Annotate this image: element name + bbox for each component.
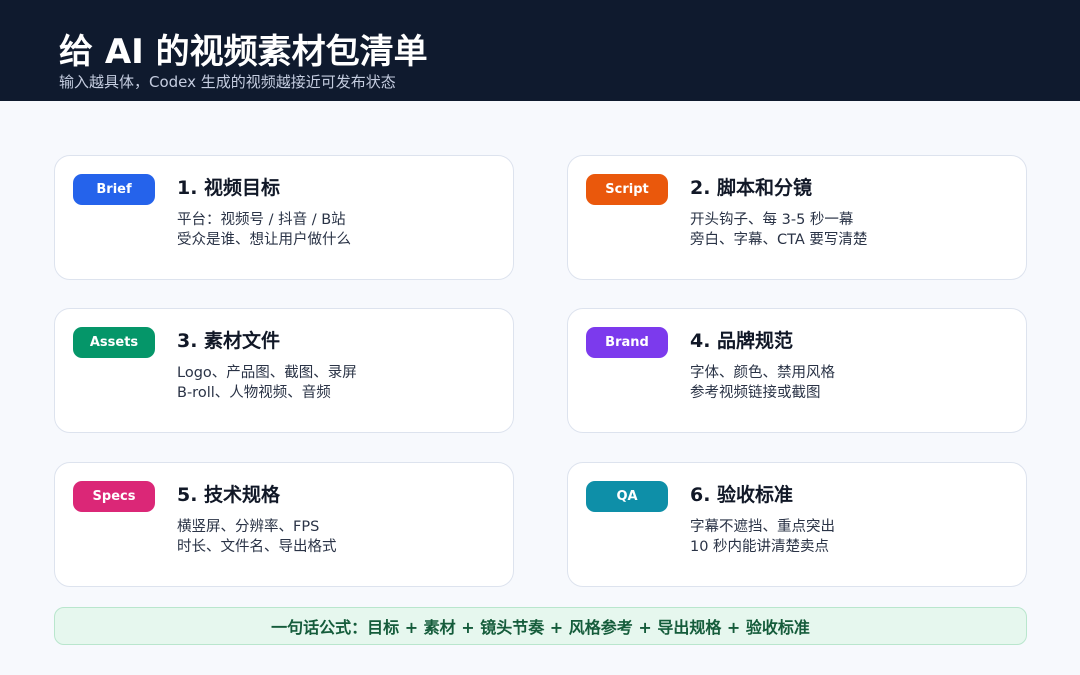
card-line: 开头钩子、每 3-5 秒一幕 xyxy=(690,212,854,228)
card-title: 4. 品牌规范 xyxy=(690,330,794,352)
card-title: 3. 素材文件 xyxy=(177,330,281,352)
badge-qa: QA xyxy=(586,481,668,512)
card-line: B-roll、人物视频、音频 xyxy=(177,385,331,401)
badge-specs: Specs xyxy=(73,481,155,512)
card-title: 6. 验收标准 xyxy=(690,484,794,506)
card-video-goal: Brief 1. 视频目标 平台：视频号 / 抖音 / B站 受众是谁、想让用户… xyxy=(54,155,514,280)
card-acceptance-criteria: QA 6. 验收标准 字幕不遮挡、重点突出 10 秒内能讲清楚卖点 xyxy=(567,462,1027,587)
card-line: 10 秒内能讲清楚卖点 xyxy=(690,539,830,555)
card-line: 旁白、字幕、CTA 要写清楚 xyxy=(690,232,868,248)
badge-brand: Brand xyxy=(586,327,668,358)
card-line: 字体、颜色、禁用风格 xyxy=(690,365,835,381)
page-subtitle: 输入越具体，Codex 生成的视频越接近可发布状态 xyxy=(59,73,396,91)
card-title: 2. 脚本和分镜 xyxy=(690,177,813,199)
card-line: 横竖屏、分辨率、FPS xyxy=(177,519,320,535)
card-line: Logo、产品图、截图、录屏 xyxy=(177,365,357,381)
card-asset-files: Assets 3. 素材文件 Logo、产品图、截图、录屏 B-roll、人物视… xyxy=(54,308,514,433)
card-brand-guidelines: Brand 4. 品牌规范 字体、颜色、禁用风格 参考视频链接或截图 xyxy=(567,308,1027,433)
card-line: 时长、文件名、导出格式 xyxy=(177,539,337,555)
header-banner: 给 AI 的视频素材包清单 输入越具体，Codex 生成的视频越接近可发布状态 xyxy=(0,0,1080,101)
badge-script: Script xyxy=(586,174,668,205)
card-line: 字幕不遮挡、重点突出 xyxy=(690,519,835,535)
page-title: 给 AI 的视频素材包清单 xyxy=(59,32,428,72)
card-line: 参考视频链接或截图 xyxy=(690,385,821,401)
formula-banner: 一句话公式：目标 + 素材 + 镜头节奏 + 风格参考 + 导出规格 + 验收标… xyxy=(54,607,1027,645)
card-line: 受众是谁、想让用户做什么 xyxy=(177,232,351,248)
card-script-storyboard: Script 2. 脚本和分镜 开头钩子、每 3-5 秒一幕 旁白、字幕、CTA… xyxy=(567,155,1027,280)
card-title: 5. 技术规格 xyxy=(177,484,281,506)
badge-brief: Brief xyxy=(73,174,155,205)
card-line: 平台：视频号 / 抖音 / B站 xyxy=(177,212,346,228)
badge-assets: Assets xyxy=(73,327,155,358)
card-tech-specs: Specs 5. 技术规格 横竖屏、分辨率、FPS 时长、文件名、导出格式 xyxy=(54,462,514,587)
card-title: 1. 视频目标 xyxy=(177,177,281,199)
